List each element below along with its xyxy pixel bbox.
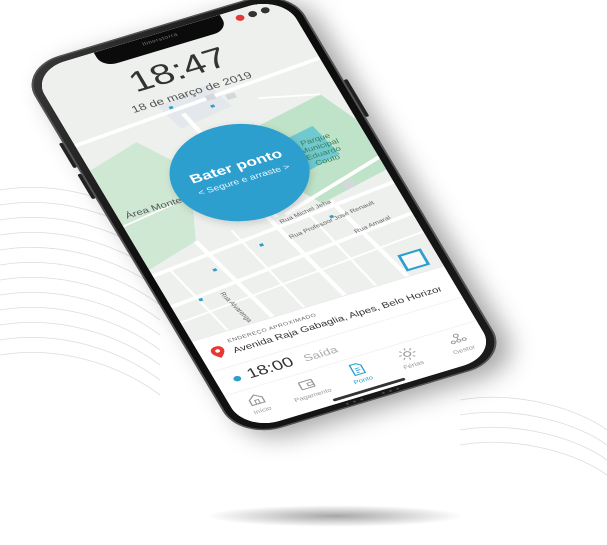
nav-item-ferias[interactable]: Férias	[380, 341, 439, 375]
phone-shadow	[205, 505, 465, 527]
speaker-grille-hole	[345, 402, 350, 406]
nav-item-pagamento[interactable]: Pagamento	[279, 371, 338, 405]
last-punch-type: Saída	[300, 343, 340, 364]
speaker-grille-hole	[359, 398, 364, 401]
nav-item-inicio[interactable]: Início	[229, 386, 288, 420]
nav-item-gestor[interactable]: Gestor	[431, 326, 490, 360]
speaker-grille-hole	[381, 391, 386, 395]
location-pin-icon	[210, 346, 225, 358]
speaker-grille-hole	[395, 387, 400, 390]
speaker-grille-hole	[352, 400, 357, 403]
last-punch-dot	[232, 375, 243, 383]
product-scene: 18:47 18 de março de 2019 Área Montese P…	[0, 0, 607, 545]
speaker-grille-hole	[388, 389, 393, 393]
